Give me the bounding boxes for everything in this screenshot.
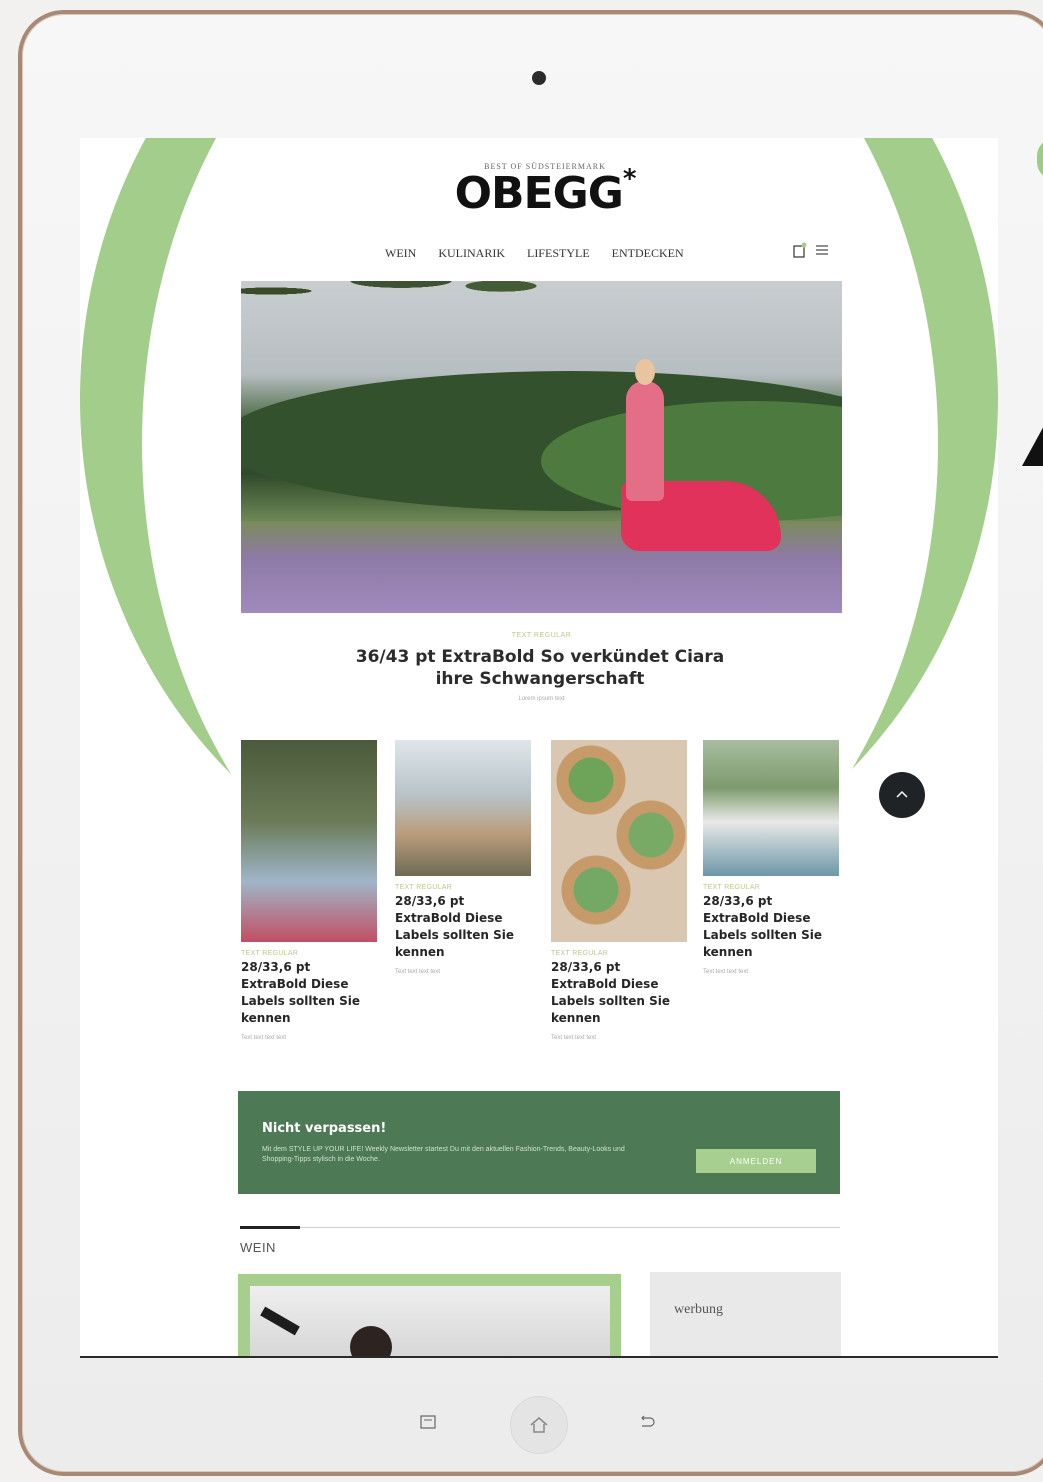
hero-title[interactable]: 36/43 pt ExtraBold So verkündet Ciara ih… — [325, 646, 755, 690]
article-card[interactable]: TEXT REGULAR 28/33,6 pt ExtraBold Diese … — [703, 740, 839, 975]
section-divider — [240, 1227, 840, 1228]
page-content: BEST OF SÜDSTEIERMARK OBEGG* WEIN KULINA… — [80, 138, 998, 1356]
article-image[interactable] — [395, 740, 531, 876]
hero-image[interactable] — [241, 281, 842, 613]
back-icon[interactable] — [636, 1412, 656, 1432]
chevron-up-icon — [896, 790, 908, 798]
article-meta: Text text text text — [703, 969, 749, 975]
article-meta: Text text text text — [395, 969, 441, 975]
ad-box[interactable]: werbung — [650, 1272, 841, 1356]
article-card[interactable]: TEXT REGULAR 28/33,6 pt ExtraBold Diese … — [395, 740, 531, 975]
ad-label: werbung — [674, 1302, 723, 1317]
article-title[interactable]: 28/33,6 pt ExtraBold Diese Labels sollte… — [703, 893, 839, 961]
article-meta: Text text text text — [551, 1035, 597, 1041]
scroll-top-button[interactable] — [879, 772, 925, 818]
newsletter-box: Nicht verpassen! Mit dem STYLE UP YOUR L… — [238, 1091, 840, 1194]
article-title[interactable]: 28/33,6 pt ExtraBold Diese Labels sollte… — [551, 959, 687, 1027]
article-kicker: TEXT REGULAR — [241, 950, 299, 957]
hero-woman-head — [635, 359, 655, 385]
wein-image-person — [350, 1326, 392, 1356]
article-title[interactable]: 28/33,6 pt ExtraBold Diese Labels sollte… — [395, 893, 531, 961]
nav-item-kulinarik[interactable]: KULINARIK — [438, 246, 505, 261]
front-camera — [532, 71, 546, 85]
logo-star: * — [622, 164, 637, 194]
logo-text: OBEGG — [454, 168, 624, 219]
header-icons — [792, 242, 830, 258]
hero-kicker: TEXT REGULAR — [511, 632, 572, 639]
screen: BEST OF SÜDSTEIERMARK OBEGG* WEIN KULINA… — [80, 138, 998, 1358]
recent-apps-icon[interactable] — [418, 1412, 438, 1432]
newsletter-text: Mit dem STYLE UP YOUR LIFE! Weekly Newsl… — [262, 1146, 625, 1163]
hero-title-line: ihre Schwangerschaft — [435, 669, 645, 689]
article-image[interactable] — [241, 740, 377, 942]
article-card[interactable]: TEXT REGULAR 28/33,6 pt ExtraBold Diese … — [241, 740, 377, 1041]
hero-woman — [626, 381, 664, 501]
site-logo[interactable]: OBEGG* — [440, 164, 650, 219]
section-divider-accent — [240, 1226, 300, 1229]
article-meta: Text text text text — [241, 1035, 287, 1041]
subscribe-button[interactable]: ANMELDEN — [696, 1149, 816, 1173]
hero-meta: Lorem ipsum text — [518, 696, 565, 702]
wein-image-detail — [260, 1306, 300, 1336]
article-image[interactable] — [551, 740, 687, 942]
section-label: WEIN — [240, 1240, 276, 1255]
home-button[interactable] — [510, 1396, 568, 1454]
article-card[interactable]: TEXT REGULAR 28/33,6 pt ExtraBold Diese … — [551, 740, 687, 1041]
main-nav: WEIN KULINARIK LIFESTYLE ENTDECKEN — [385, 246, 684, 261]
home-icon — [530, 1417, 548, 1433]
nav-item-wein[interactable]: WEIN — [385, 246, 416, 261]
article-title[interactable]: 28/33,6 pt ExtraBold Diese Labels sollte… — [241, 959, 377, 1027]
hero-title-line: 36/43 pt ExtraBold So verkündet Ciara — [355, 647, 725, 667]
wein-article-image[interactable] — [250, 1286, 610, 1356]
hero-trees — [241, 281, 842, 341]
nav-item-entdecken[interactable]: ENTDECKEN — [612, 246, 684, 261]
article-image[interactable] — [703, 740, 839, 876]
cart-icon[interactable] — [792, 242, 808, 258]
article-kicker: TEXT REGULAR — [395, 884, 453, 891]
article-kicker: TEXT REGULAR — [551, 950, 609, 957]
menu-icon[interactable] — [814, 242, 830, 258]
article-kicker: TEXT REGULAR — [703, 884, 761, 891]
nav-item-lifestyle[interactable]: LIFESTYLE — [527, 246, 590, 261]
newsletter-heading: Nicht verpassen! — [262, 1121, 387, 1136]
side-shape — [1022, 422, 1043, 466]
